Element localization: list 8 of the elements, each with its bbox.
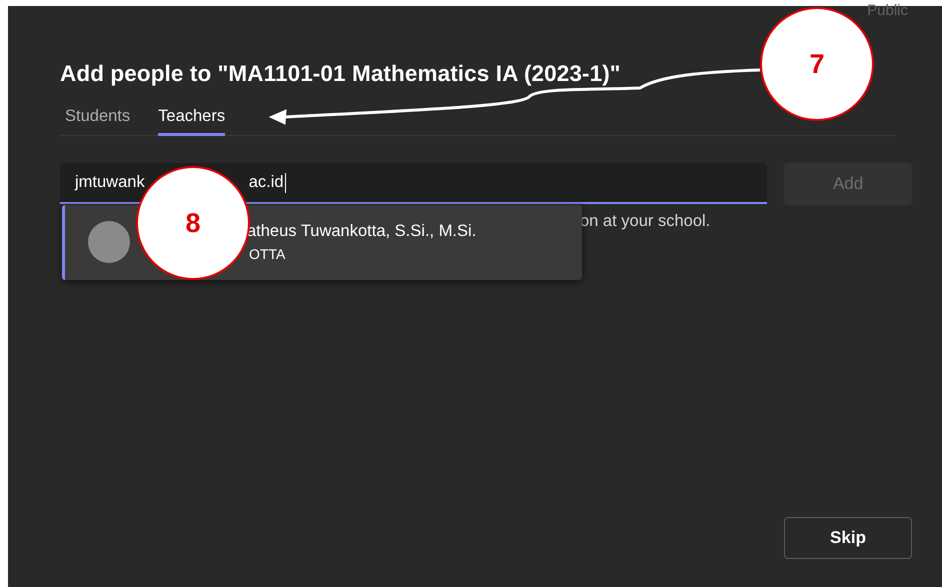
skip-button[interactable]: Skip xyxy=(784,517,912,559)
tab[interactable]: Teachers xyxy=(158,105,226,136)
dialog-title: Add people to "MA1101-01 Mathematics IA (2023-1)" xyxy=(60,60,621,88)
avatar-photo-placeholder xyxy=(88,221,130,263)
search-field[interactable]: jmtuwank ac.id xyxy=(60,163,768,204)
tab[interactable]: Students xyxy=(65,105,130,136)
person-name: atheus Tuwankotta, S.Si., M.Si. xyxy=(247,222,476,241)
person-detail: OTTA xyxy=(249,246,286,262)
